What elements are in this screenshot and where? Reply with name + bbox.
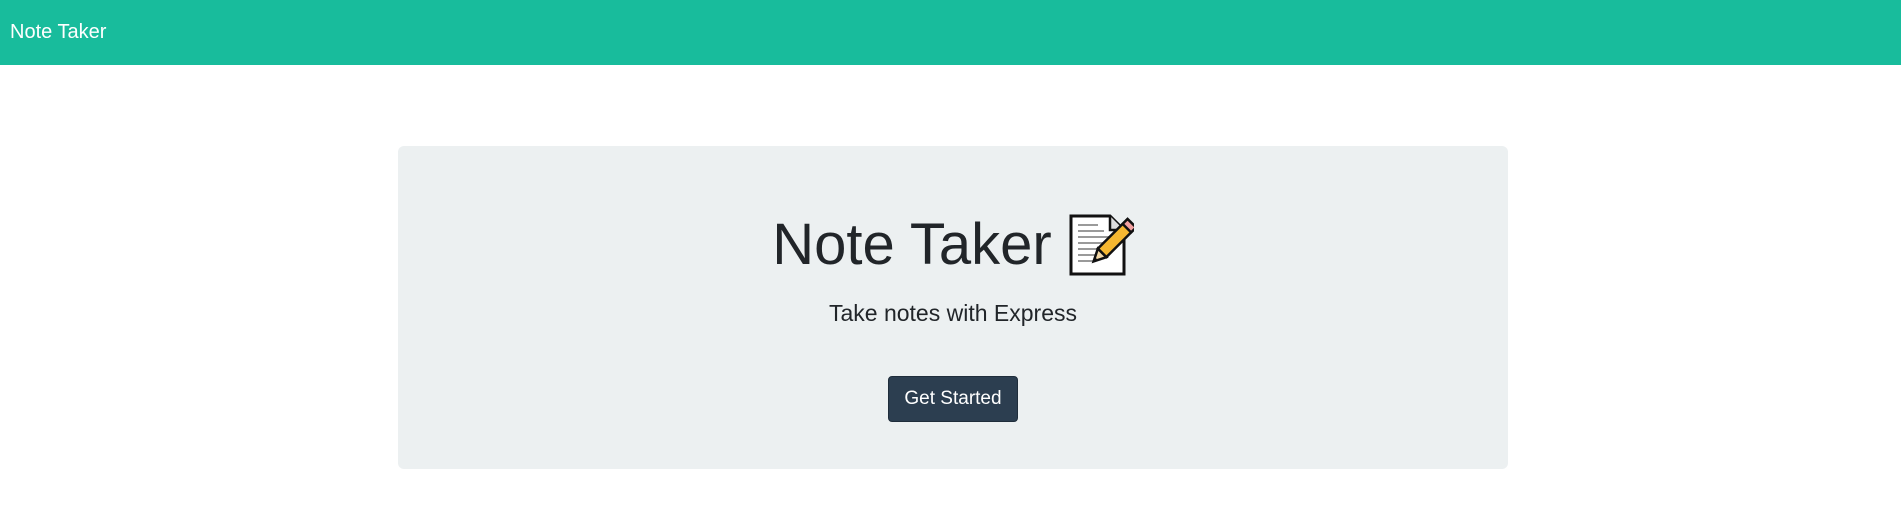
navbar: Note Taker [0,0,1901,65]
navbar-brand-link[interactable]: Note Taker [10,21,106,44]
page-title: Note Taker [772,212,1052,277]
hero-subtitle: Take notes with Express [828,300,1077,326]
memo-icon [1068,213,1138,277]
get-started-button[interactable]: Get Started [888,376,1018,422]
hero-panel: Note Taker Take notes with Express Get S… [398,146,1508,469]
hero-title-row: Note Taker [772,210,1138,280]
